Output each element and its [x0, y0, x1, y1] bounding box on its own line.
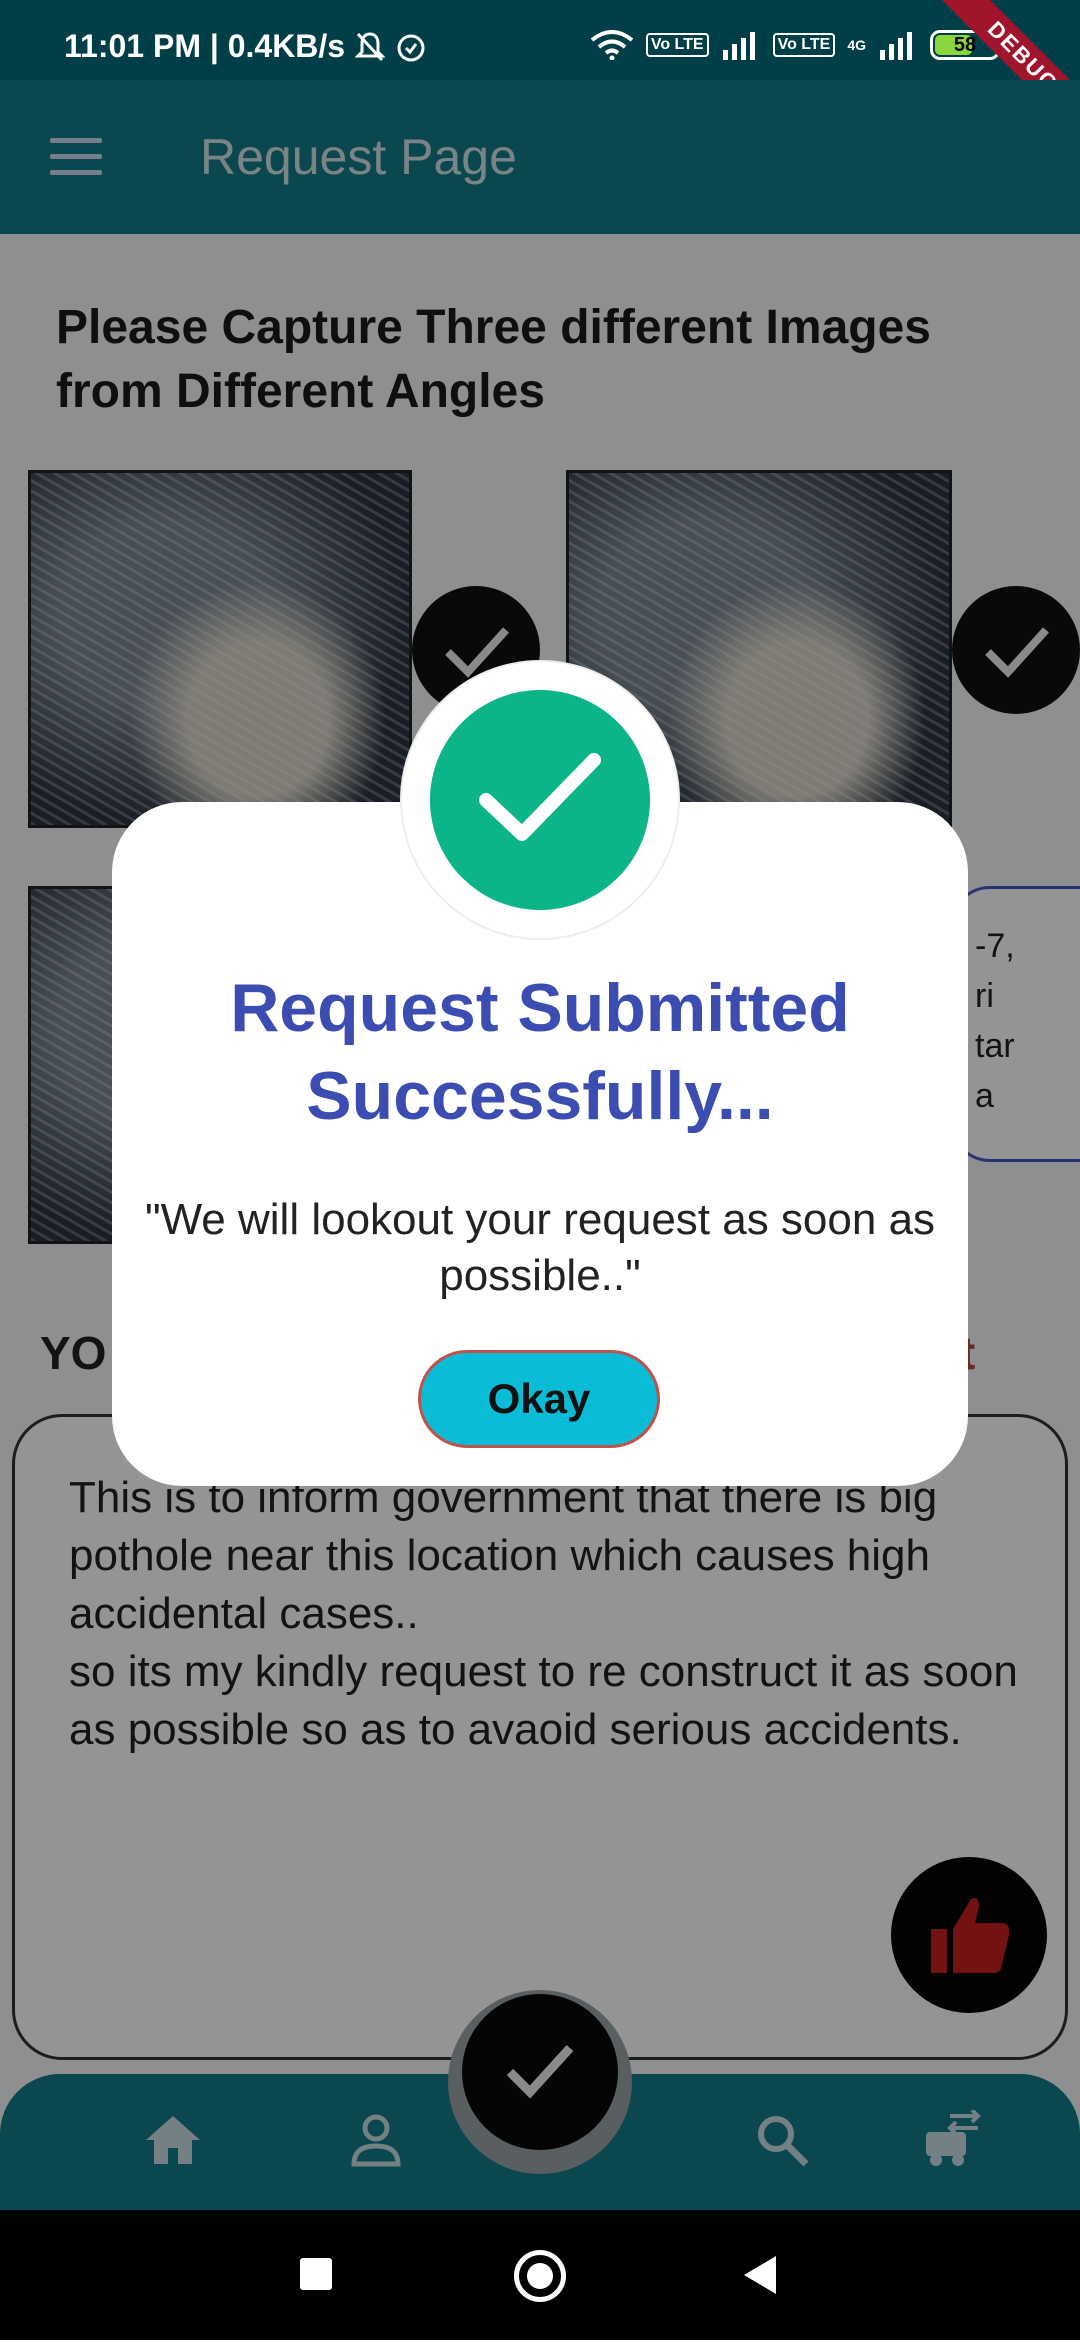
bell-muted-icon [355, 31, 386, 61]
alarm-icon [397, 34, 425, 61]
sim2-volte-badge: Vo LTE [772, 33, 836, 57]
dialog-title: Request Submitted Successfully... [230, 970, 850, 1134]
recents-button[interactable] [300, 2258, 332, 2290]
back-button[interactable] [744, 2256, 776, 2294]
sim1-volte-badge: Vo LTE [645, 33, 709, 57]
success-badge [430, 690, 650, 910]
home-button[interactable] [514, 2250, 566, 2302]
dialog-message: "We will lookout your request as soon as… [144, 1195, 936, 1300]
signal-icon [722, 32, 755, 60]
wifi-icon [590, 30, 634, 60]
network-type-label: 4G [847, 37, 866, 53]
status-bar: 11:01 PM | 0.4KB/s Vo LTE Vo LTE 4G 58 D… [0, 0, 1080, 151]
status-time-speed: 11:01 PM | 0.4KB/s [64, 28, 346, 64]
signal-icon-2 [880, 32, 912, 60]
system-navigation-bar [0, 2210, 1080, 2340]
okay-button[interactable]: Okay [418, 1350, 660, 1448]
success-check-icon [479, 753, 601, 841]
